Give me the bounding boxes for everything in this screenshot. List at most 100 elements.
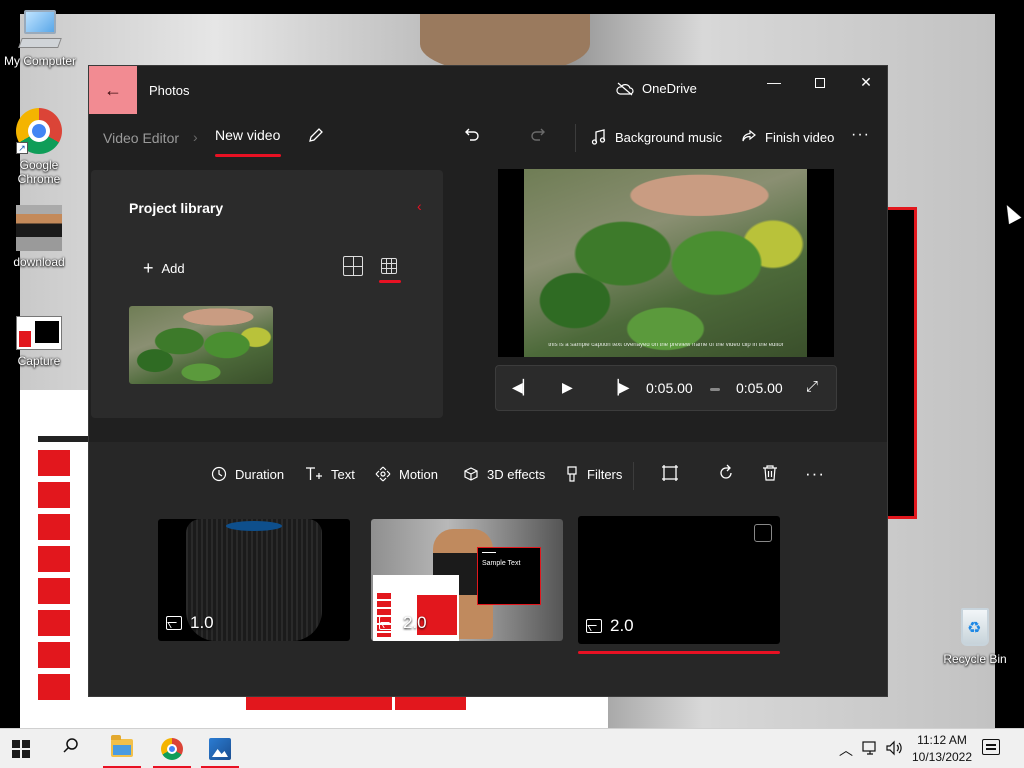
finish-video-button[interactable]: Finish video (741, 129, 834, 145)
chevron-right-icon: › (193, 129, 198, 145)
fullscreen-button[interactable]: ⤢ (806, 378, 818, 395)
crop-icon (662, 465, 678, 481)
more-icon: ··· (805, 464, 825, 483)
clip-duration: 2.0 (586, 616, 634, 636)
storyboard-clip[interactable]: Aa Sample Text 2.0 (371, 519, 563, 641)
clip-select-checkbox[interactable] (754, 524, 772, 542)
recycle-bin-icon: ♻ (955, 604, 995, 648)
view-selected-indicator (379, 280, 401, 283)
clip-doc-text: Aa (425, 601, 434, 608)
storyboard-divider (633, 462, 634, 490)
network-button[interactable] (862, 740, 880, 759)
large-grid-view-button[interactable] (343, 256, 363, 276)
storyboard: Duration Text Motion 3D effects Filters … (89, 442, 887, 696)
small-grid-view-button[interactable] (381, 258, 397, 274)
clock-time: 11:12 AM (917, 733, 967, 747)
close-button[interactable]: ✕ (843, 66, 889, 98)
taskbar-clock[interactable]: 11:12 AM 10/13/2022 (906, 732, 978, 766)
onedrive-label: OneDrive (642, 81, 697, 96)
desktop-icon-label: Google Chrome (17, 158, 61, 186)
3d-effects-label: 3D effects (487, 466, 546, 482)
motion-button[interactable]: Motion (375, 466, 438, 482)
desktop-icon-recycle-bin[interactable]: ♻ Recycle Bin (935, 604, 1015, 666)
start-button[interactable] (12, 740, 30, 758)
title-bar[interactable]: ← Photos OneDrive — ✕ (89, 66, 887, 114)
breadcrumb-video-editor[interactable]: Video Editor (103, 130, 179, 146)
play-button[interactable]: ▶ (562, 379, 573, 396)
taskbar-file-explorer[interactable] (99, 729, 145, 768)
image-icon (586, 619, 602, 633)
editor-toolbar: Video Editor › New video Background musi… (89, 114, 887, 162)
delete-button[interactable] (762, 464, 778, 487)
search-button[interactable] (62, 737, 80, 760)
chrome-icon (161, 738, 183, 760)
more-icon: ··· (851, 126, 870, 143)
desktop-icon-google-chrome[interactable]: ↗ Google Chrome (0, 108, 79, 186)
rename-button[interactable] (307, 126, 325, 149)
share-icon (742, 129, 756, 142)
show-hidden-icons-button[interactable]: ︿ (839, 740, 853, 760)
arrow-left-icon: ← (104, 80, 122, 100)
finish-video-label: Finish video (765, 129, 835, 145)
text-button[interactable]: Text (305, 466, 355, 482)
redo-button[interactable] (529, 126, 547, 149)
rotate-button[interactable] (717, 464, 735, 487)
add-label: Add (161, 261, 185, 276)
notification-center-icon[interactable] (982, 739, 1000, 755)
desktop-icon-label: Capture (17, 354, 61, 368)
cloud-off-icon (616, 82, 634, 95)
taskbar-chrome[interactable] (149, 729, 195, 768)
seek-bar[interactable] (710, 388, 720, 391)
speaker-icon (886, 740, 902, 756)
project-name-underline (215, 154, 281, 157)
folder-icon (111, 735, 133, 757)
onedrive-status[interactable]: OneDrive (616, 81, 697, 96)
desktop-icon-capture[interactable]: Capture (0, 316, 79, 368)
project-name[interactable]: New video (215, 127, 280, 143)
previous-frame-button[interactable]: ◀▏ (512, 379, 534, 396)
desktop-icon-download[interactable]: download (0, 205, 79, 269)
minimize-button[interactable]: — (751, 66, 797, 98)
filters-label: Filters (587, 466, 623, 482)
wallpaper-panel (885, 207, 917, 519)
next-frame-button[interactable]: ▕▶ (608, 379, 630, 396)
image-icon (379, 616, 395, 630)
desktop-icon-label: My Computer (3, 54, 77, 68)
3d-effects-button[interactable]: 3D effects (463, 466, 545, 482)
photos-icon (209, 738, 231, 760)
desktop-icon-my-computer[interactable]: My Computer (0, 10, 80, 68)
duration-button[interactable]: Duration (211, 466, 284, 482)
library-media-thumbnail[interactable] (129, 306, 273, 384)
undo-button[interactable] (463, 126, 481, 149)
clock-date: 10/13/2022 (911, 750, 973, 764)
skip-back-icon: ◀▏ (512, 379, 534, 395)
storyboard-clip[interactable]: 1.0 (158, 519, 350, 641)
volume-button[interactable] (885, 740, 903, 759)
current-time: 0:05.00 (646, 380, 693, 396)
text-icon (306, 467, 322, 480)
more-clip-options-button[interactable]: ··· (805, 464, 825, 484)
move-icon (375, 466, 391, 482)
preview-caption: this is a sample caption text overlayed … (548, 343, 784, 348)
taskbar-photos[interactable] (197, 729, 243, 768)
shortcut-arrow-icon: ↗ (16, 142, 28, 154)
pencil-icon (309, 128, 323, 142)
desktop-icon-label: download (13, 255, 65, 269)
desktop-icon-label: Recycle Bin (943, 652, 1007, 666)
image-icon (166, 616, 182, 630)
expand-icon: ⤢ (806, 378, 819, 395)
crop-button[interactable] (661, 464, 679, 487)
storyboard-clip-selected[interactable]: 2.0 (578, 516, 780, 644)
skip-forward-icon: ▕▶ (608, 379, 630, 395)
collapse-library-button[interactable]: ‹ (417, 198, 422, 214)
filters-button[interactable]: Filters (565, 466, 622, 482)
more-options-button[interactable]: ··· (851, 126, 870, 144)
image-file-icon (16, 316, 62, 350)
playback-controls: ◀▏ ▶ ▕▶ 0:05.00 0:05.00 ⤢ (495, 365, 837, 411)
add-media-button[interactable]: + Add (143, 258, 185, 279)
maximize-icon (815, 78, 825, 89)
back-button[interactable]: ← (89, 66, 137, 114)
plus-icon: + (143, 258, 154, 278)
background-music-button[interactable]: Background music (591, 129, 722, 145)
maximize-button[interactable] (797, 66, 843, 98)
